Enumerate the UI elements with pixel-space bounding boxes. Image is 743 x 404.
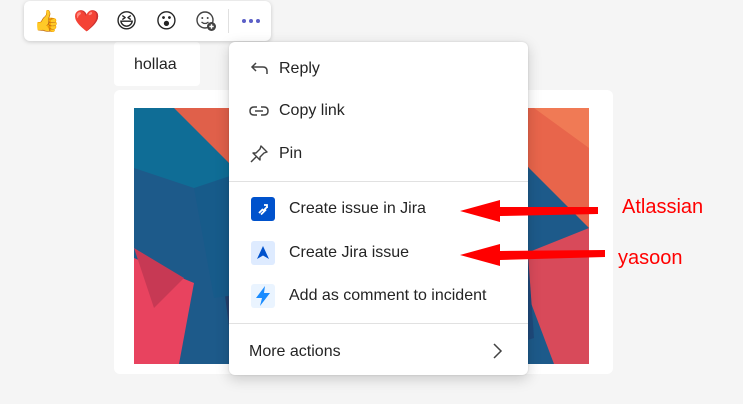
arrow-to-create-issue-in-jira (460, 200, 598, 222)
arrow-to-create-jira-issue (460, 244, 605, 266)
annotation-yasoon: yasoon (618, 247, 683, 269)
annotation-atlassian: Atlassian (622, 196, 704, 218)
